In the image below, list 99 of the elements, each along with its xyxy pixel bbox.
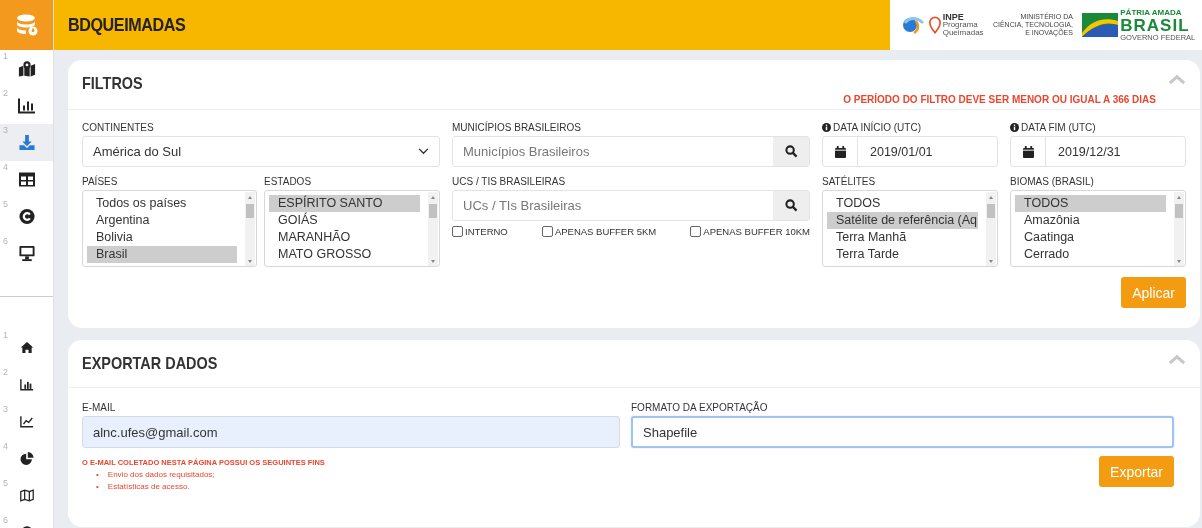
field-label: DATA FIM (UTC) bbox=[1021, 122, 1096, 133]
item-number: 4 bbox=[3, 162, 8, 172]
field-label: SATÉLITES bbox=[822, 176, 877, 187]
home-icon bbox=[19, 341, 34, 354]
info-icon bbox=[822, 123, 831, 132]
list-option[interactable]: MATO GROSSO bbox=[269, 246, 420, 263]
map-pin-icon bbox=[17, 60, 36, 77]
scrollbar-icon[interactable] bbox=[986, 192, 996, 266]
search-button[interactable] bbox=[773, 191, 809, 220]
item-number: 4 bbox=[3, 441, 8, 451]
list-option[interactable]: TODOS bbox=[1015, 195, 1166, 212]
scrollbar-icon[interactable] bbox=[1174, 192, 1184, 266]
municipality-search-field[interactable]: Municípios Brasileiros bbox=[452, 136, 810, 167]
list-option[interactable]: GOIÁS bbox=[269, 212, 420, 229]
checkbox-option[interactable]: APENAS BUFFER 10KM bbox=[690, 226, 810, 237]
item-number: 5 bbox=[3, 478, 8, 488]
list-option[interactable]: Todos os países bbox=[87, 195, 237, 212]
item-number: 1 bbox=[3, 51, 8, 61]
monitor-icon bbox=[17, 245, 36, 262]
flag-logo-icon bbox=[1082, 13, 1119, 37]
logo-text: Queimadas bbox=[942, 29, 984, 37]
bullet-mark: • bbox=[96, 481, 99, 493]
list-option[interactable]: ESPÍRITO SANTO bbox=[269, 195, 420, 212]
item-number: 2 bbox=[3, 88, 8, 98]
list-option[interactable]: Caatinga bbox=[1015, 229, 1166, 246]
list-option[interactable]: Satélite de referência (Aq bbox=[827, 212, 978, 229]
swirl-logo-icon bbox=[900, 15, 927, 35]
end-date-field[interactable]: 2019/12/31 bbox=[1010, 136, 1186, 167]
app-title: BDQUEIMADAS bbox=[68, 14, 186, 36]
list-option[interactable]: Terra Tarde bbox=[827, 246, 978, 263]
calendar-icon bbox=[834, 145, 846, 158]
field-label: ESTADOS bbox=[264, 176, 313, 187]
list-option[interactable]: Terra Manhã bbox=[827, 229, 978, 246]
map-icon bbox=[19, 489, 34, 502]
list-option[interactable]: Brasil bbox=[87, 246, 237, 263]
warning-text: O PERÍODO DO FILTRO DEVE SER MENOR OU IGUAL A 366 DIAS bbox=[843, 94, 1156, 105]
search-icon bbox=[784, 145, 798, 158]
list-option[interactable]: TODOS bbox=[827, 195, 978, 212]
panel-title: FILTROS bbox=[82, 74, 144, 94]
table-icon bbox=[17, 171, 36, 188]
field-label: UCS / TIS BRASILEIRAS bbox=[452, 176, 567, 187]
notice-item: Estatísticas de acesso. bbox=[107, 481, 190, 493]
info-icon bbox=[1010, 123, 1019, 132]
format-field[interactable]: Shapefile bbox=[631, 416, 1174, 448]
checkbox[interactable] bbox=[452, 226, 463, 237]
collapse-icon[interactable] bbox=[1168, 74, 1186, 85]
satellite-list[interactable]: TODOS Satélite de referência (Aq Terra Manhã Terra Tarde bbox=[822, 190, 998, 267]
list-option[interactable]: Argentina bbox=[87, 212, 237, 229]
logo-text: BRASIL bbox=[1120, 16, 1191, 34]
field-label: DATA INÍCIO (UTC) bbox=[833, 122, 921, 133]
list-option[interactable]: MARANHÃO bbox=[269, 229, 420, 246]
field-label: E-MAIL bbox=[82, 402, 117, 413]
search-icon bbox=[784, 199, 798, 212]
email-field[interactable]: alnc.ufes@gmail.com bbox=[82, 416, 620, 448]
start-date-field[interactable]: 2019/01/01 bbox=[822, 136, 998, 167]
panel-title: EXPORTAR DADOS bbox=[82, 354, 219, 374]
scrollbar-icon[interactable] bbox=[428, 192, 438, 266]
database-icon bbox=[14, 13, 39, 37]
bar-chart-icon bbox=[19, 378, 34, 391]
continent-select[interactable]: América do Sul bbox=[82, 136, 440, 167]
logo-text: INPE bbox=[942, 13, 965, 21]
line-chart-icon bbox=[19, 415, 34, 428]
checkbox[interactable] bbox=[690, 226, 702, 237]
country-list[interactable]: Todos os países Argentina Bolivia Brasil bbox=[82, 190, 257, 267]
bullet-mark: • bbox=[96, 469, 99, 481]
field-label: FORMATO DA EXPORTAÇÃO bbox=[631, 402, 769, 413]
item-number: 3 bbox=[3, 404, 8, 414]
item-number: 2 bbox=[3, 367, 8, 377]
list-option[interactable]: Bolivia bbox=[87, 229, 237, 246]
logo-text: PÁTRIA AMADA bbox=[1120, 8, 1183, 17]
pie-chart-icon bbox=[19, 452, 34, 465]
field-label: BIOMAS (BRASIL) bbox=[1010, 176, 1095, 187]
field-label: CONTINENTES bbox=[82, 122, 155, 133]
checkbox[interactable] bbox=[541, 226, 553, 237]
state-list[interactable]: ESPÍRITO SANTO GOIÁS MARANHÃO MATO GROSSO bbox=[264, 190, 440, 267]
item-number: 6 bbox=[3, 515, 8, 525]
app-logo[interactable] bbox=[0, 0, 53, 50]
item-number: 5 bbox=[3, 199, 8, 209]
notice-item: Envio dos dados requisitados; bbox=[107, 469, 215, 481]
bar-chart-icon bbox=[17, 97, 36, 114]
list-option[interactable]: Amazônia bbox=[1015, 212, 1166, 229]
conservation-unit-search-field[interactable]: UCs / TIs Brasileiras bbox=[452, 190, 810, 221]
collapse-icon[interactable] bbox=[1168, 354, 1186, 365]
flame-pin-icon bbox=[928, 15, 941, 35]
list-option[interactable]: Cerrado bbox=[1015, 246, 1166, 263]
item-number: 6 bbox=[3, 236, 8, 246]
calendar-icon bbox=[1022, 145, 1034, 158]
chevron-down-icon bbox=[418, 148, 429, 155]
checkbox-option[interactable]: APENAS BUFFER 5KM bbox=[541, 226, 657, 237]
field-label: PAÍSES bbox=[82, 176, 119, 187]
field-label: MUNICÍPIOS BRASILEIROS bbox=[452, 122, 582, 133]
search-button[interactable] bbox=[773, 137, 809, 166]
scrollbar-icon[interactable] bbox=[245, 192, 255, 266]
download-icon bbox=[17, 134, 36, 151]
item-number: 1 bbox=[3, 330, 8, 340]
logo-text: Programa bbox=[942, 21, 978, 29]
checkbox-option[interactable]: INTERNO bbox=[452, 226, 508, 237]
biome-list[interactable]: TODOS Amazônia Caatinga Cerrado bbox=[1010, 190, 1186, 267]
c-circle-icon bbox=[17, 208, 36, 225]
